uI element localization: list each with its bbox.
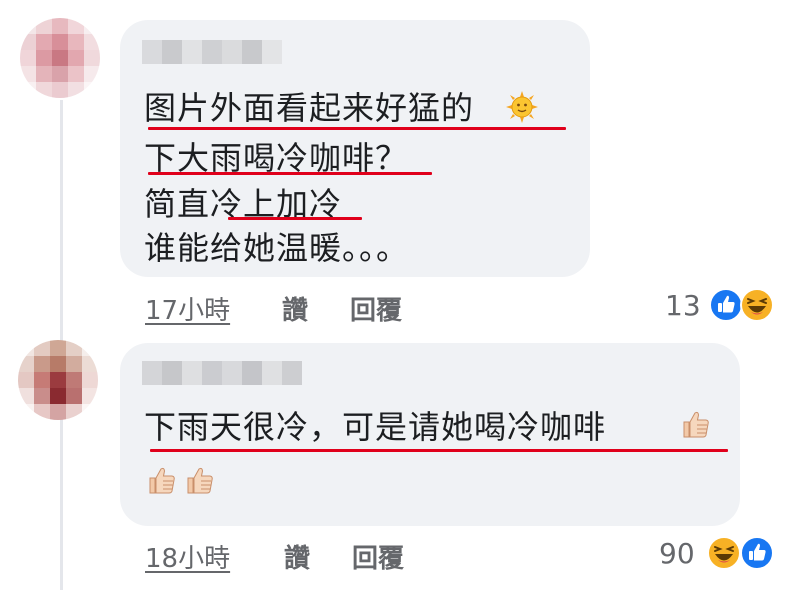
avatar[interactable] <box>20 18 100 98</box>
highlight-underline <box>148 127 566 130</box>
reply-button[interactable]: 回覆 <box>352 538 404 575</box>
like-reaction-icon[interactable] <box>740 536 774 570</box>
highlight-underline <box>228 217 362 220</box>
like-reaction-icon[interactable] <box>709 288 743 322</box>
reaction-count[interactable]: 90 <box>659 537 695 570</box>
comment-text-line: 图片外面看起来好猛的 <box>144 89 475 127</box>
highlight-underline <box>150 449 728 452</box>
thumbs-up-icon <box>187 467 213 494</box>
reply-button[interactable]: 回覆 <box>350 290 402 327</box>
comment-text-line: 下雨天很冷，可是请她喝冷咖啡 <box>144 408 607 446</box>
thumbs-up-icon <box>683 411 709 438</box>
like-button[interactable]: 讚 <box>282 290 308 327</box>
haha-reaction-icon[interactable] <box>707 536 741 570</box>
thumbs-up-icon <box>149 467 175 494</box>
commenter-name-redacted[interactable] <box>142 40 282 64</box>
commenter-name-redacted[interactable] <box>142 361 302 385</box>
comment-thread: 图片外面看起来好猛的 下大雨喝冷咖啡？ 简直冷上加冷 谁能给她温暖。。。 17小… <box>0 0 800 590</box>
comment-timestamp[interactable]: 18小時 <box>145 538 230 575</box>
comment-bubble: 下雨天很冷，可是请她喝冷咖啡 <box>120 343 740 526</box>
like-button[interactable]: 讚 <box>284 538 310 575</box>
sun-with-face-icon <box>506 91 538 123</box>
comment-bubble: 图片外面看起来好猛的 下大雨喝冷咖啡？ 简直冷上加冷 谁能给她温暖。。。 <box>120 20 590 277</box>
comment-timestamp[interactable]: 17小時 <box>145 290 230 327</box>
highlight-underline <box>148 172 432 175</box>
haha-reaction-icon[interactable] <box>740 288 774 322</box>
avatar[interactable] <box>18 340 98 420</box>
comment-text-line: 谁能给她温暖。。。 <box>144 229 410 267</box>
reaction-count[interactable]: 13 <box>665 289 701 322</box>
